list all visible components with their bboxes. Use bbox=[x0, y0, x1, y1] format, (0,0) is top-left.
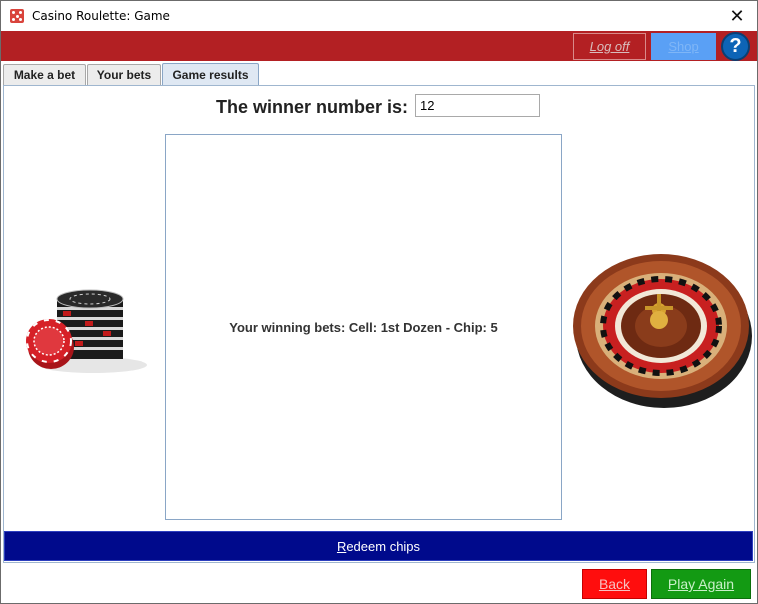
dice-icon bbox=[10, 9, 24, 23]
winner-number-field[interactable]: 12 bbox=[415, 94, 540, 117]
tab-your-bets[interactable]: Your bets bbox=[87, 64, 161, 85]
redeem-chips-button[interactable]: Redeem chips bbox=[4, 531, 753, 561]
shop-button[interactable]: Shop bbox=[651, 33, 716, 60]
roulette-wheel-icon bbox=[573, 254, 752, 408]
tab-make-a-bet[interactable]: Make a bet bbox=[3, 64, 86, 85]
winning-bets-box: Your winning bets: Cell: 1st Dozen - Chi… bbox=[165, 134, 562, 520]
window-title: Casino Roulette: Game bbox=[32, 9, 170, 23]
back-label: Back bbox=[598, 576, 631, 592]
header-bar: Log off Shop ? bbox=[1, 31, 757, 61]
app-window: Casino Roulette: Game ✕ Log off Shop ? M… bbox=[0, 0, 758, 604]
play-again-label: Play Again bbox=[667, 576, 735, 592]
redeem-mnemonic: R bbox=[336, 538, 347, 554]
title-bar: Casino Roulette: Game ✕ bbox=[1, 1, 757, 31]
winning-bets-text: Your winning bets: Cell: 1st Dozen - Chi… bbox=[229, 319, 498, 335]
help-icon[interactable]: ? bbox=[721, 32, 750, 61]
close-button[interactable]: ✕ bbox=[717, 1, 757, 31]
back-button[interactable]: Back bbox=[582, 569, 647, 599]
tab-game-results[interactable]: Game results bbox=[162, 63, 259, 86]
play-again-button[interactable]: Play Again bbox=[651, 569, 751, 599]
winner-number-label: The winner number is: bbox=[216, 97, 409, 117]
redeem-label: edeem chips bbox=[346, 538, 421, 554]
casino-chips-icon bbox=[26, 289, 147, 373]
logoff-button[interactable]: Log off bbox=[573, 33, 646, 60]
